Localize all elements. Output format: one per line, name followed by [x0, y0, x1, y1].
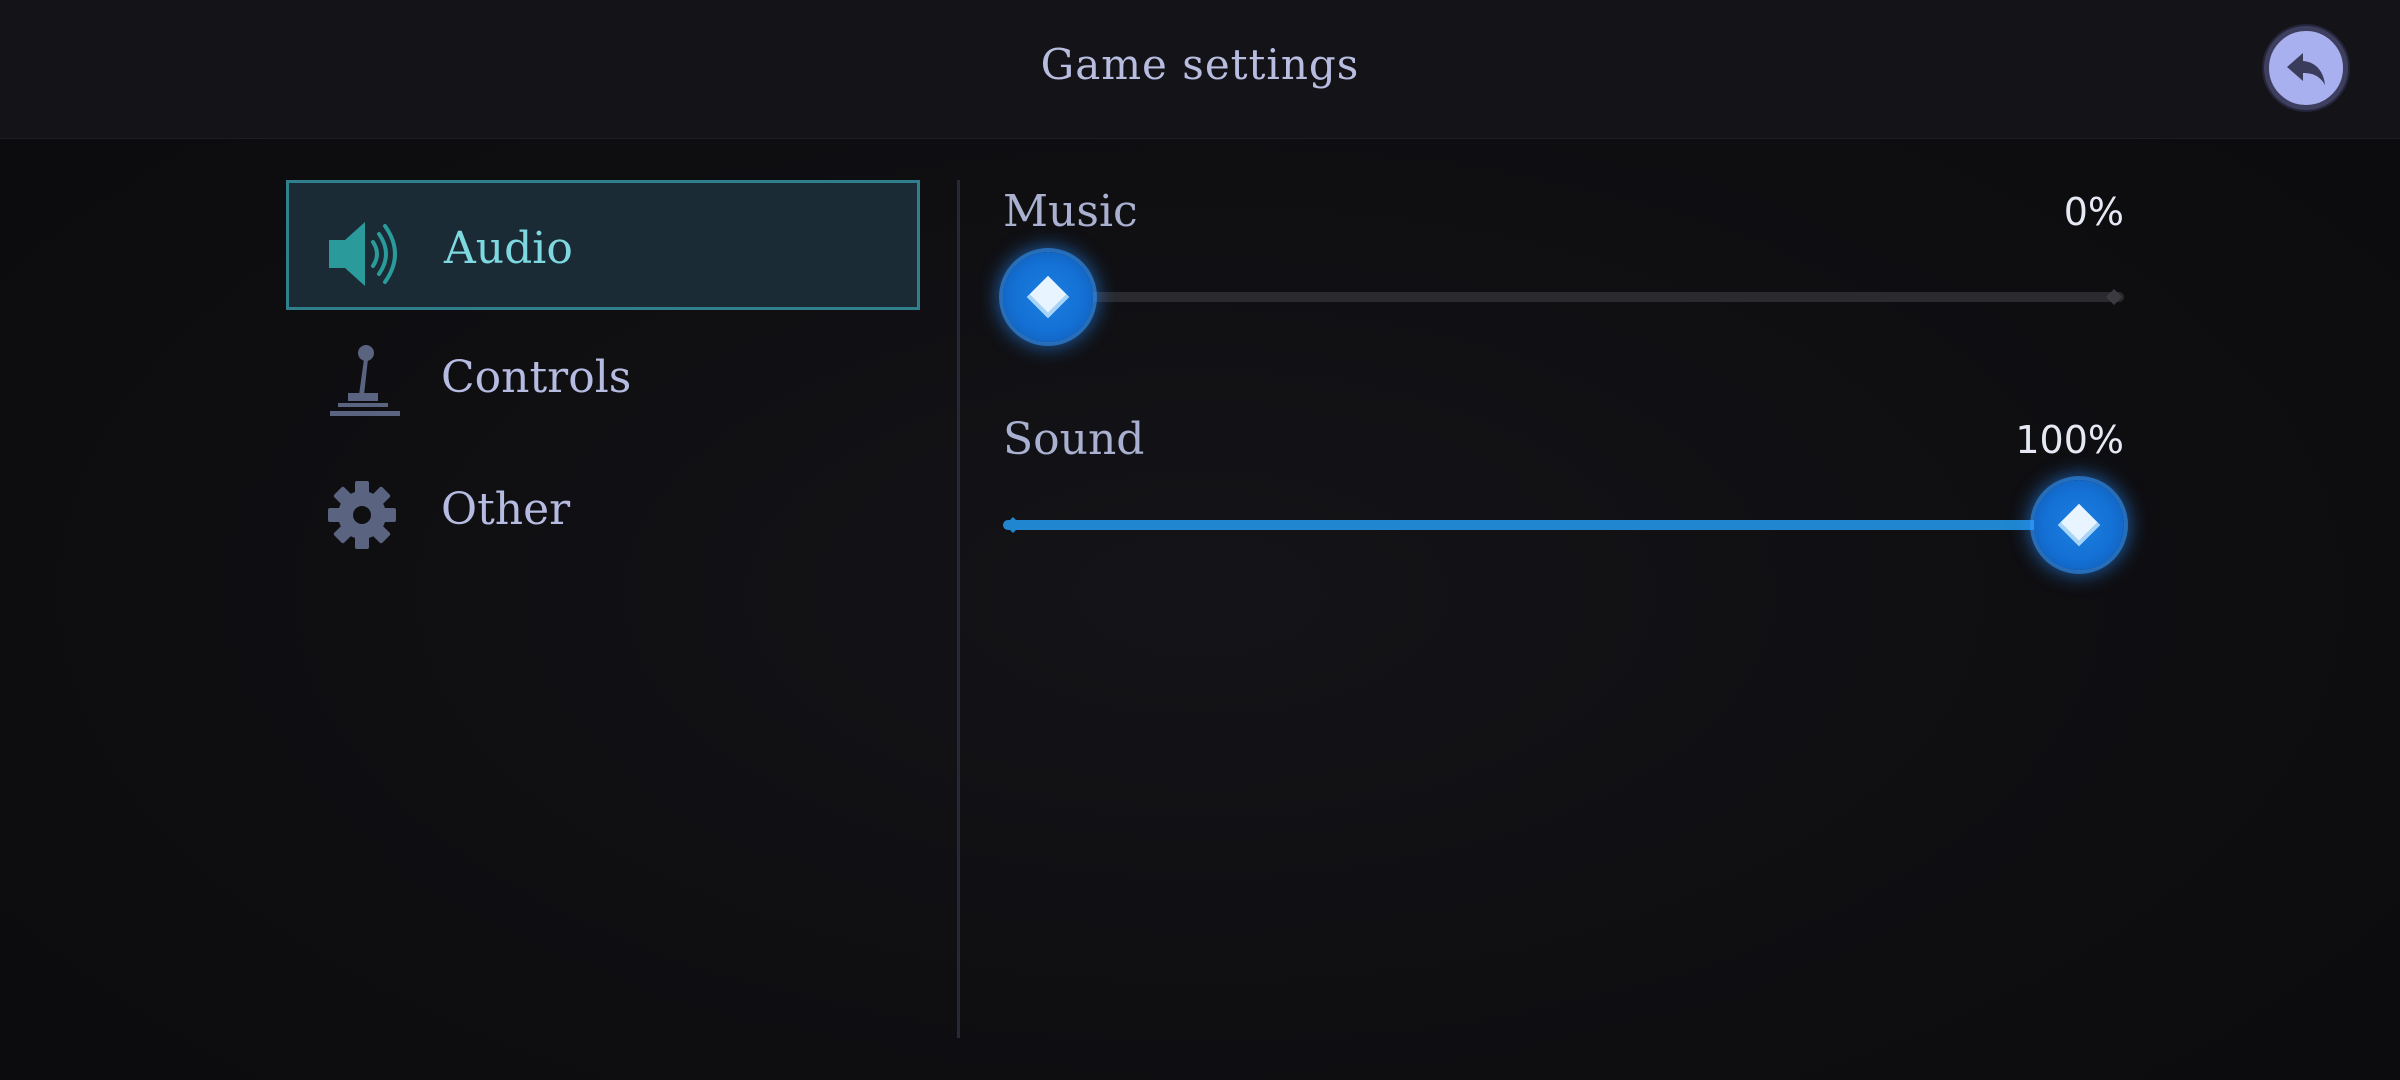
music-slider-track [1003, 292, 2124, 302]
music-value: 0% [2063, 190, 2124, 234]
music-label: Music [1003, 186, 1138, 237]
diamond-icon [1026, 275, 1070, 319]
joystick-icon [330, 345, 400, 416]
gear-icon [328, 481, 396, 549]
menu-item-audio[interactable]: Audio [286, 180, 920, 310]
sound-value: 100% [2015, 418, 2124, 462]
menu-item-controls[interactable]: Controls [286, 312, 920, 442]
diamond-icon [2057, 503, 2101, 547]
speaker-icon [329, 222, 397, 286]
panel-divider [957, 180, 960, 1038]
menu-label-audio: Audio [444, 223, 573, 274]
page-title: Game settings [1040, 40, 1360, 89]
back-arrow-icon [2287, 53, 2325, 85]
menu-label-other: Other [441, 484, 571, 535]
sound-slider-fill [1003, 520, 2079, 530]
header-bar: Game settings [0, 0, 2400, 139]
menu-item-other[interactable]: Other [286, 444, 920, 574]
slider-start-diamond-icon [1005, 517, 1021, 533]
back-button[interactable] [2264, 26, 2348, 110]
sound-slider[interactable] [1003, 480, 2124, 570]
slider-end-diamond-icon [2106, 289, 2122, 305]
music-slider-thumb[interactable] [1003, 252, 1093, 342]
sound-slider-thumb[interactable] [2034, 480, 2124, 570]
sound-label: Sound [1003, 414, 1145, 465]
music-slider[interactable] [1003, 252, 2124, 342]
menu-label-controls: Controls [441, 352, 632, 403]
